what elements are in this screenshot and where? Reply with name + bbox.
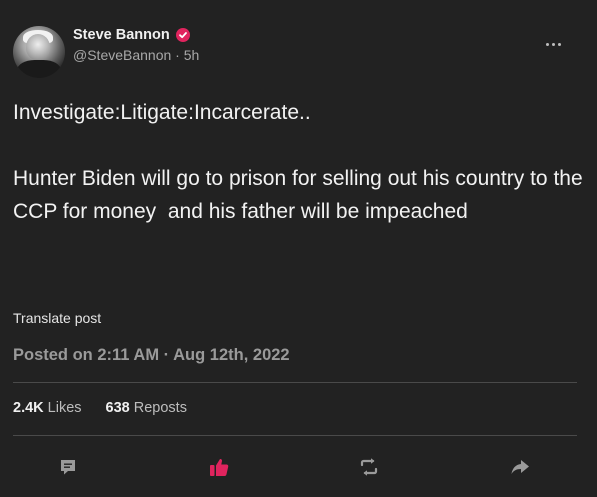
reposts-stat[interactable]: 638 Reposts: [106, 400, 187, 416]
likes-label: Likes: [47, 400, 82, 416]
author-name-row: Steve Bannon: [73, 26, 190, 44]
more-dot-icon: [545, 42, 549, 46]
author-handle-time[interactable]: @SteveBannon · 5h: [73, 47, 199, 63]
action-bar: [0, 455, 597, 479]
divider: [13, 382, 577, 383]
author-display-name[interactable]: Steve Bannon: [73, 27, 170, 43]
translate-post-link[interactable]: Translate post: [13, 310, 101, 326]
likes-stat[interactable]: 2.4K Likes: [13, 400, 82, 416]
more-dot-icon: [557, 42, 561, 46]
divider: [13, 435, 577, 436]
share-arrow-icon: [511, 460, 529, 474]
avatar-face: [26, 34, 50, 60]
repost-icon: [360, 458, 378, 476]
repost-button[interactable]: [357, 455, 381, 479]
like-button[interactable]: [207, 455, 231, 479]
comment-icon: [61, 460, 75, 475]
reposts-count: 638: [105, 400, 130, 416]
avatar[interactable]: [13, 26, 65, 78]
more-options-button[interactable]: [538, 34, 568, 54]
reply-button[interactable]: [56, 455, 80, 479]
post-stats: 2.4K Likes 638 Reposts: [13, 400, 187, 416]
likes-count: 2.4K: [13, 400, 44, 416]
more-dot-icon: [551, 42, 555, 46]
avatar-shoulders: [17, 60, 61, 78]
post-card: Steve Bannon @SteveBannon · 5h Investiga…: [0, 0, 597, 497]
share-button[interactable]: [508, 455, 532, 479]
posted-timestamp[interactable]: Posted on 2:11 AM · Aug 12th, 2022: [13, 346, 290, 365]
reposts-label: Reposts: [133, 400, 187, 416]
post-text: Investigate:Litigate:Incarcerate.. Hunte…: [13, 101, 583, 223]
thumbs-up-icon: [210, 458, 229, 476]
verified-badge-icon: [175, 28, 190, 42]
